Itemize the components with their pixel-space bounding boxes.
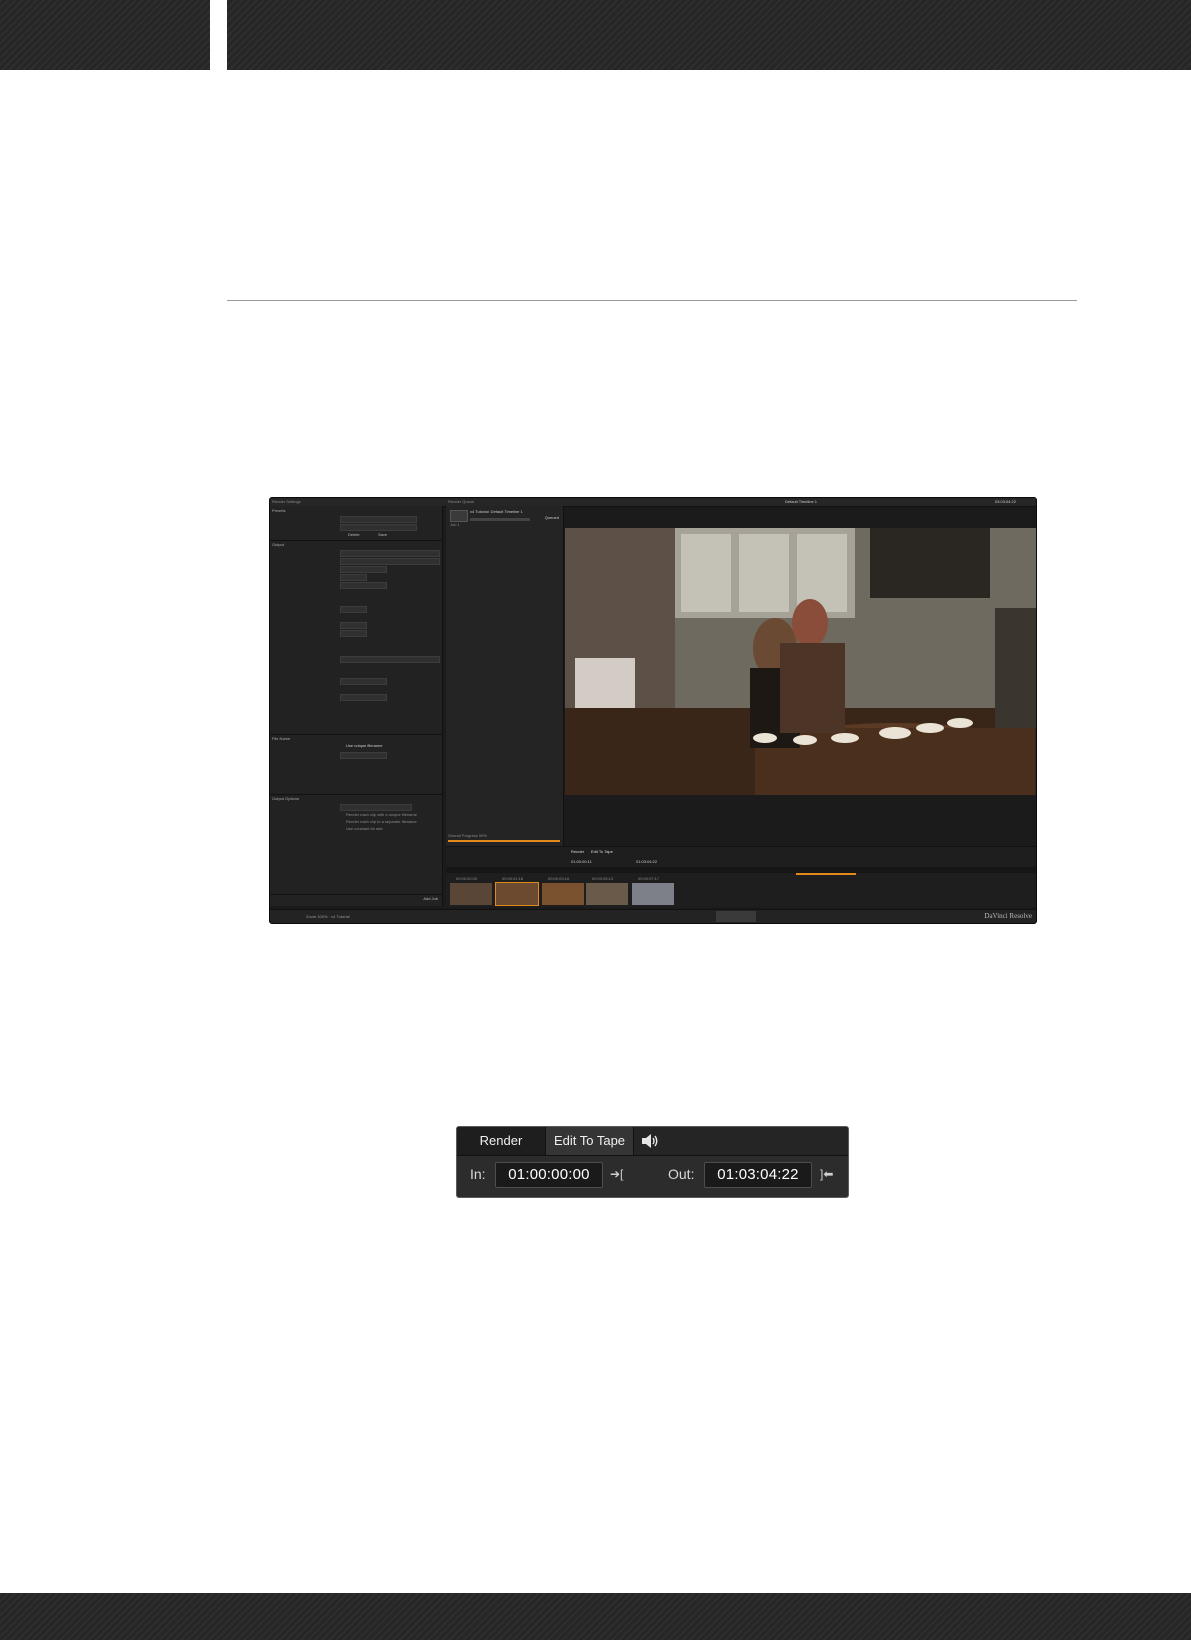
mark-in-icon[interactable]: ➔[ (610, 1167, 623, 1181)
mark-out-icon[interactable]: ]⬅ (820, 1167, 833, 1181)
out-label: Out: (668, 1166, 695, 1182)
section-output: Output (272, 542, 285, 547)
option-separate-clip[interactable]: Render each clip to a separate filename (346, 820, 417, 824)
option-constant-bitrate[interactable]: Use constant bit rate (346, 827, 383, 831)
add-job-button[interactable]: Add Job (423, 897, 438, 901)
quality-field[interactable] (340, 606, 367, 613)
progress-bar (448, 840, 560, 842)
deliver-page-screenshot: Render Settings Render Queue Default Tim… (269, 497, 1037, 924)
timeline-area: Render Edit To Tape 01:00:00:11 01:03:04… (446, 846, 1036, 907)
job-thumbnail[interactable] (450, 510, 468, 522)
render-settings-panel: Presets Delete Save Output File Name Use… (270, 506, 443, 906)
output-field[interactable] (340, 804, 412, 811)
section-divider (227, 300, 1077, 301)
viewer-frame[interactable] (565, 528, 1036, 795)
viewer-title[interactable]: Default Timeline 1 (785, 500, 817, 504)
header-band-right (227, 0, 1191, 70)
in-out-control-panel: Render Edit To Tape In: 01:00:00:00 ➔[ O… (456, 1126, 849, 1198)
render-queue-panel: Job 1 v4 Tutorial: Default Timeline 1 Qu… (446, 506, 564, 846)
clip-tc-5: 00:00:07:17 (638, 876, 660, 881)
out-timecode-field[interactable]: 01:03:04:22 (704, 1162, 812, 1188)
tab-edit-to-tape[interactable]: Edit To Tape (545, 1127, 634, 1155)
resolution-field[interactable] (340, 566, 387, 573)
page-nav-bar: Zoom 100% · v4 Tutorial DaVinci Resolve (270, 909, 1036, 923)
clip-thumbnail[interactable] (632, 883, 674, 905)
audio-depth-field[interactable] (340, 630, 367, 637)
clip-thumbnail[interactable] (586, 883, 628, 905)
unique-filename-option[interactable]: Use unique filename (346, 744, 382, 748)
section-file-name: File Name (272, 736, 291, 741)
job-status: Queued (544, 515, 559, 520)
preset-name-field[interactable] (340, 524, 417, 531)
clip-tc-1: 00:00:00:00 (456, 876, 478, 881)
section-presets: Presets (272, 508, 286, 513)
clip-thumbnail[interactable] (450, 883, 492, 905)
status-text: Zoom 100% · v4 Tutorial (306, 914, 350, 919)
control-tab-bar: Render Edit To Tape (457, 1127, 848, 1156)
speaker-icon[interactable] (641, 1133, 659, 1149)
job-label: Job 1 (450, 522, 460, 527)
delete-button[interactable]: Delete (348, 533, 360, 537)
timeline-ruler[interactable] (446, 867, 1036, 873)
tab-render[interactable]: Render (457, 1127, 545, 1155)
viewer-timecode: 03:03:04:22 (994, 499, 1016, 504)
prefix-field[interactable] (340, 752, 387, 759)
job-title: v4 Tutorial: Default Timeline 1 (470, 509, 523, 514)
frame-rate-field[interactable] (340, 574, 367, 581)
clip-tc-3: 00:00:03:16 (548, 876, 570, 881)
levels-field[interactable] (340, 582, 387, 589)
clip-tc-4: 00:00:05:13 (592, 876, 614, 881)
in-timecode-field[interactable]: 01:00:00:00 (495, 1162, 603, 1188)
overall-progress: Overall Progress 99% (448, 833, 487, 838)
footer-band (0, 1593, 1191, 1640)
timeline-in[interactable]: 01:00:00:11 (571, 860, 592, 864)
deliver-page-button[interactable] (716, 911, 756, 922)
clip-tc-2: 00:00:01:18 (502, 876, 524, 881)
render-queue-title: Render Queue (448, 499, 475, 504)
option-unique-clip[interactable]: Render each clip with a unique filename (346, 813, 417, 817)
list-field[interactable] (340, 678, 387, 685)
clip-thumbnail[interactable] (542, 883, 584, 905)
brand-logo: DaVinci Resolve (984, 912, 1032, 920)
tab-render-small[interactable]: Render (571, 850, 584, 854)
save-button[interactable]: Save (378, 533, 387, 537)
render-job-path-field[interactable] (340, 656, 440, 663)
section-output-options: Output Options (272, 796, 299, 801)
tab-edit-to-tape-small[interactable]: Edit To Tape (591, 850, 613, 854)
timeline-range (796, 873, 856, 875)
render-at-field[interactable] (340, 694, 387, 701)
preset-field[interactable] (340, 516, 417, 523)
viewer-image (565, 528, 1036, 795)
timeline-out[interactable]: 01:03:04:22 (636, 860, 657, 864)
clip-thumbnail[interactable] (495, 882, 539, 906)
render-to-field[interactable] (340, 550, 440, 557)
header-band-left (0, 0, 210, 70)
audio-field[interactable] (340, 622, 367, 629)
render-as-field[interactable] (340, 558, 440, 565)
render-settings-title: Render Settings (272, 499, 301, 504)
in-label: In: (470, 1166, 486, 1182)
